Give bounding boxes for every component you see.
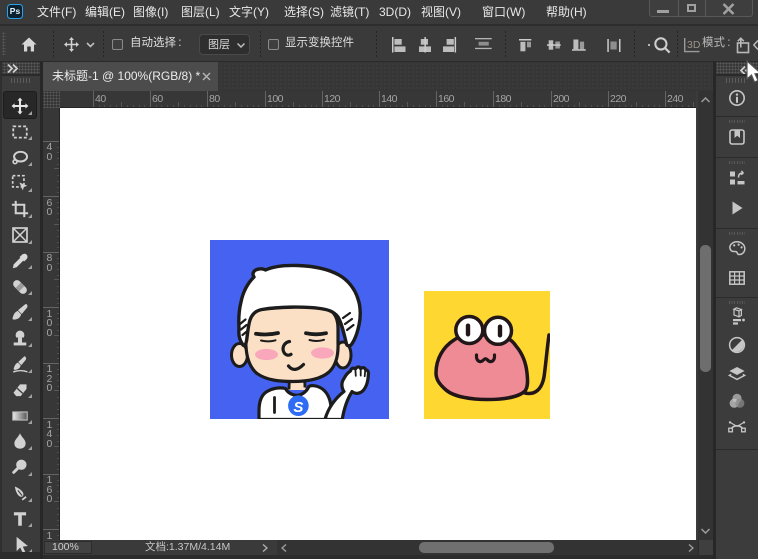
svg-text:S: S: [293, 399, 303, 416]
